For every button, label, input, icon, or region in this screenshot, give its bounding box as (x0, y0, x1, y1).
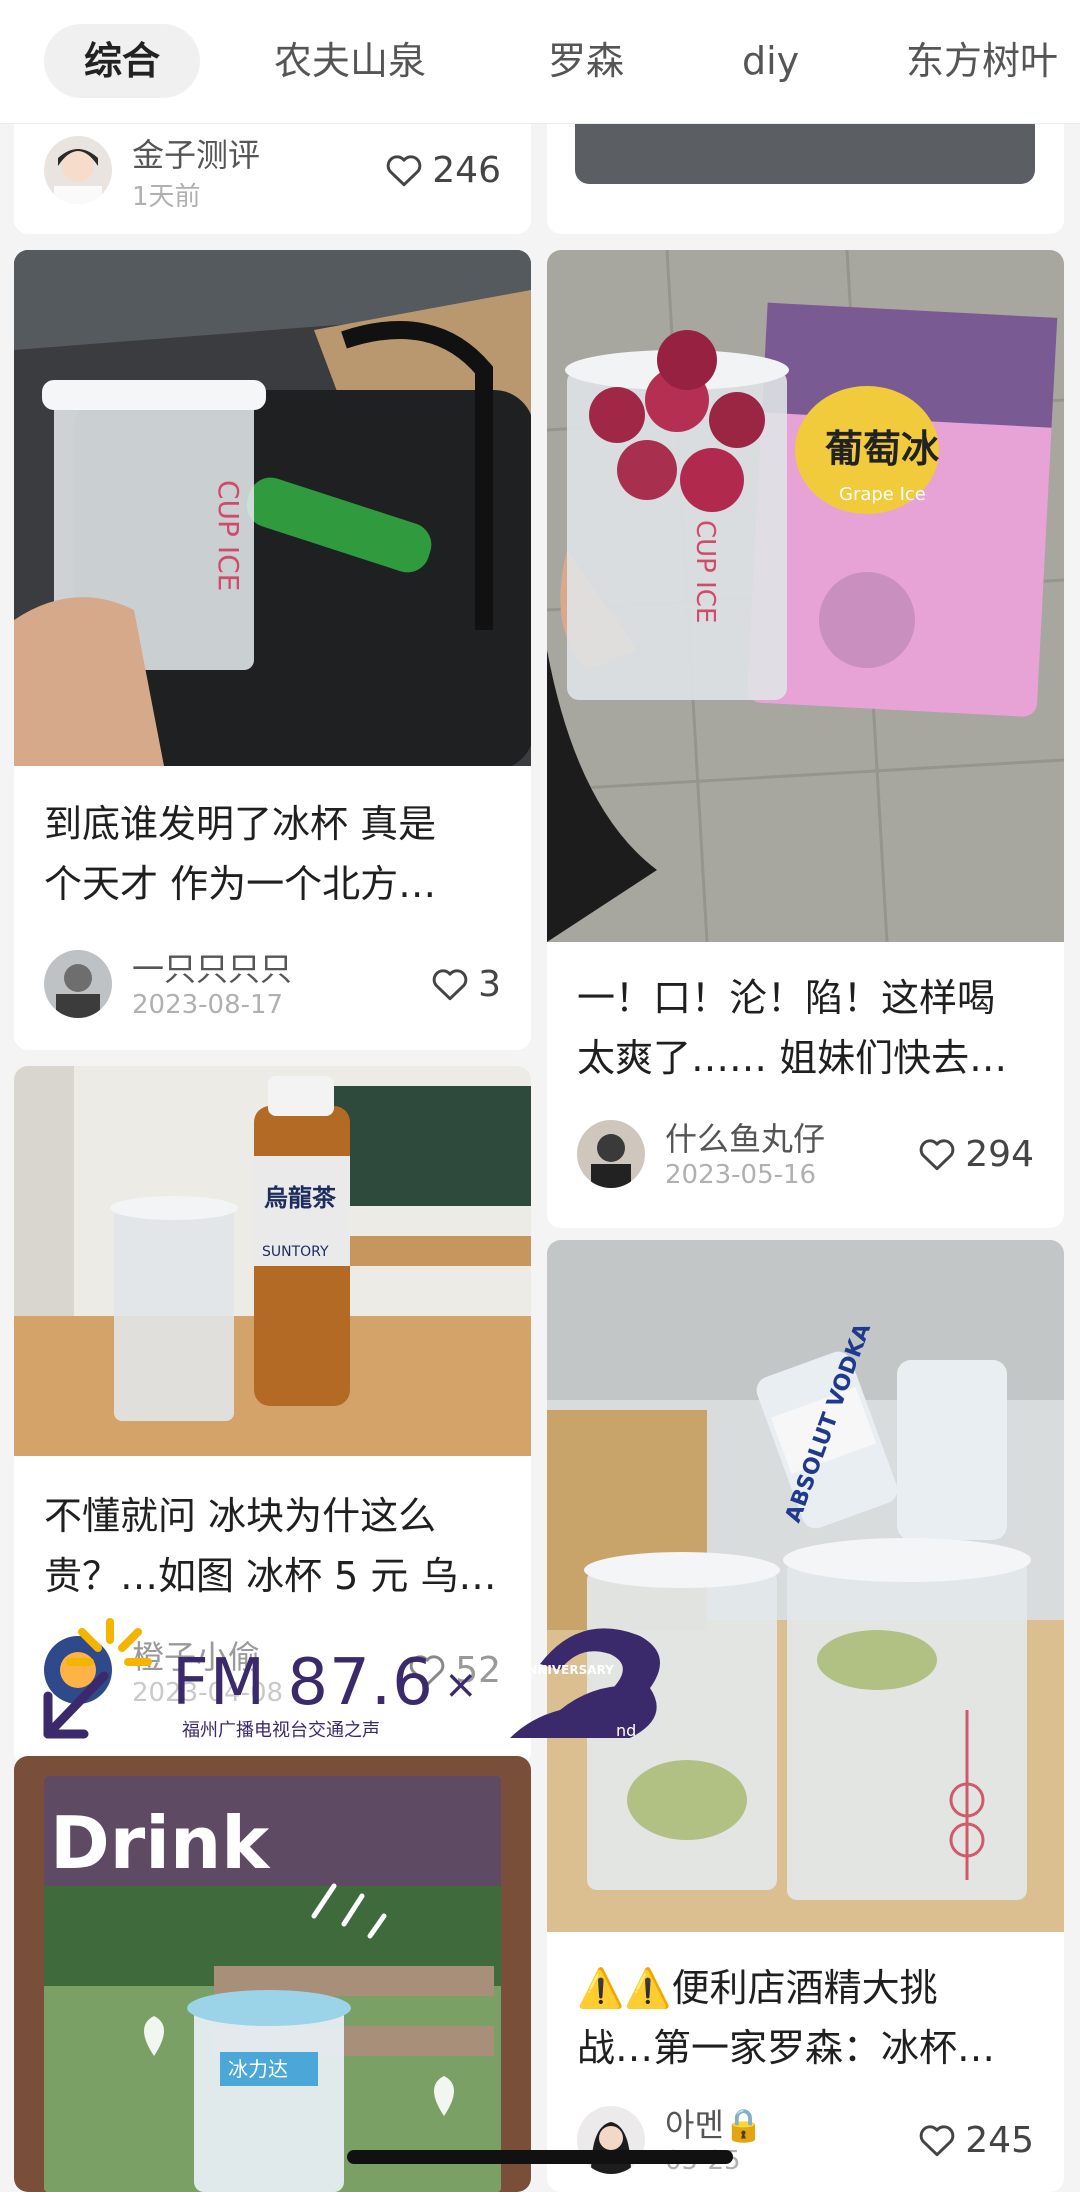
cup-print: CUP ICE (690, 520, 720, 623)
like-button[interactable]: 294 (917, 1128, 1034, 1180)
note-title[interactable]: 一！口！沦！陷！这样喝 太爽了…… 姐妹们快去… (577, 968, 1042, 1088)
note-card[interactable]: CUP ICE 到底谁发明了冰杯 真是 个天才 作为一个北方… 一只只只只 20… (14, 250, 531, 1050)
note-card[interactable]: 葡萄冰 Grape Ice CUP ICE 一！口！沦！陷！这样喝 太爽了…… … (547, 250, 1064, 1228)
like-count: 245 (965, 2119, 1034, 2161)
title-line: 贵？…如图 冰杯 5 元 乌… (44, 1554, 497, 1598)
like-count: 294 (965, 1133, 1034, 1175)
note-title[interactable]: 不懂就问 冰块为什这么 贵？…如图 冰杯 5 元 乌… (44, 1486, 509, 1606)
radio-station-watermark: FM 87.6 × 福州广播电视台交通之声 ANNIVERSARY nd (40, 1618, 680, 1748)
tab-lawson[interactable]: 罗森 (548, 24, 624, 98)
title-line: 战…第一家罗森：冰杯… (577, 2026, 996, 2070)
author-name[interactable]: 什么鱼丸仔 (665, 1114, 825, 1160)
anniversary-logo: ANNIVERSARY nd (510, 1628, 660, 1740)
heart-icon (920, 2125, 955, 2157)
anniversary-text: ANNIVERSARY (518, 1663, 614, 1677)
title-line: 一！口！沦！陷！这样喝 (577, 976, 996, 1020)
author-avatar[interactable] (44, 950, 112, 1018)
image-caption: Drink (50, 1801, 271, 1885)
bottle-label: 烏龍茶 (264, 1184, 337, 1212)
post-date: 1天前 (132, 182, 201, 212)
like-button[interactable]: 3 (430, 958, 501, 1010)
post-date: 2023-08-17 (132, 990, 284, 1020)
title-line: 到底谁发明了冰杯 真是 (44, 802, 437, 846)
note-title[interactable]: 到底谁发明了冰杯 真是 个天才 作为一个北方… (44, 794, 509, 914)
station-frequency: FM 87.6 (172, 1646, 434, 1720)
author-name[interactable]: 一只只只只 (132, 944, 292, 990)
author-name[interactable]: 아멘🔒 (665, 2100, 764, 2146)
package-subtitle: Grape Ice (839, 484, 926, 505)
title-line: 太爽了…… 姐妹们快去… (577, 1036, 1008, 1080)
heart-icon (920, 1139, 955, 1171)
author-avatar[interactable] (577, 1120, 645, 1188)
note-image: 烏龍茶 SUNTORY (14, 1066, 531, 1456)
tab-diy[interactable]: diy (742, 24, 799, 98)
note-title[interactable]: ⚠️⚠️便利店酒精大挑 战…第一家罗森：冰杯… (577, 1958, 1042, 2078)
package-name: 葡萄冰 (825, 427, 940, 471)
author-name[interactable]: 金子测评 (132, 130, 260, 176)
post-date: 2023-05-16 (665, 1160, 817, 1190)
tab-dongfang-shuye[interactable]: 东方树叶 (906, 24, 1058, 98)
cup-label: 冰力达 (228, 2057, 288, 2081)
note-image: ABSOLUT VODKA (547, 1240, 1064, 1932)
like-count: 246 (432, 149, 501, 191)
like-button[interactable]: 246 (384, 144, 501, 196)
title-line: ⚠️⚠️便利店酒精大挑 (577, 1966, 938, 2010)
heart-icon (387, 155, 422, 187)
bottle-brand: SUNTORY (262, 1244, 329, 1260)
note-card[interactable]: Drink 冰力达 (14, 1756, 531, 2192)
tab-nongfu-spring[interactable]: 农夫山泉 (274, 24, 426, 98)
collab-times-sign: × (444, 1662, 478, 1708)
note-image (575, 124, 1035, 184)
home-indicator[interactable] (347, 2150, 733, 2164)
sunburst-logo (43, 1618, 152, 1739)
station-subtitle: 福州广播电视台交通之声 (182, 1720, 380, 1741)
tab-general[interactable]: 综合 (44, 24, 201, 98)
like-count: 3 (478, 963, 501, 1005)
cup-print: CUP ICE (212, 480, 245, 591)
note-image: Drink 冰力达 (44, 1776, 501, 2192)
heart-icon (432, 969, 468, 1001)
title-line: 个天才 作为一个北方… (44, 862, 437, 906)
category-tab-bar: 综合 农夫山泉 罗森 diy 东方树叶 (0, 0, 1080, 124)
note-image: CUP ICE (14, 250, 531, 766)
like-button[interactable]: 245 (917, 2114, 1034, 2166)
note-image: 葡萄冰 Grape Ice CUP ICE (547, 250, 1064, 942)
anniversary-suffix: nd (616, 1721, 636, 1740)
title-line: 不懂就问 冰块为什这么 (44, 1494, 437, 1538)
author-avatar[interactable] (44, 136, 112, 204)
